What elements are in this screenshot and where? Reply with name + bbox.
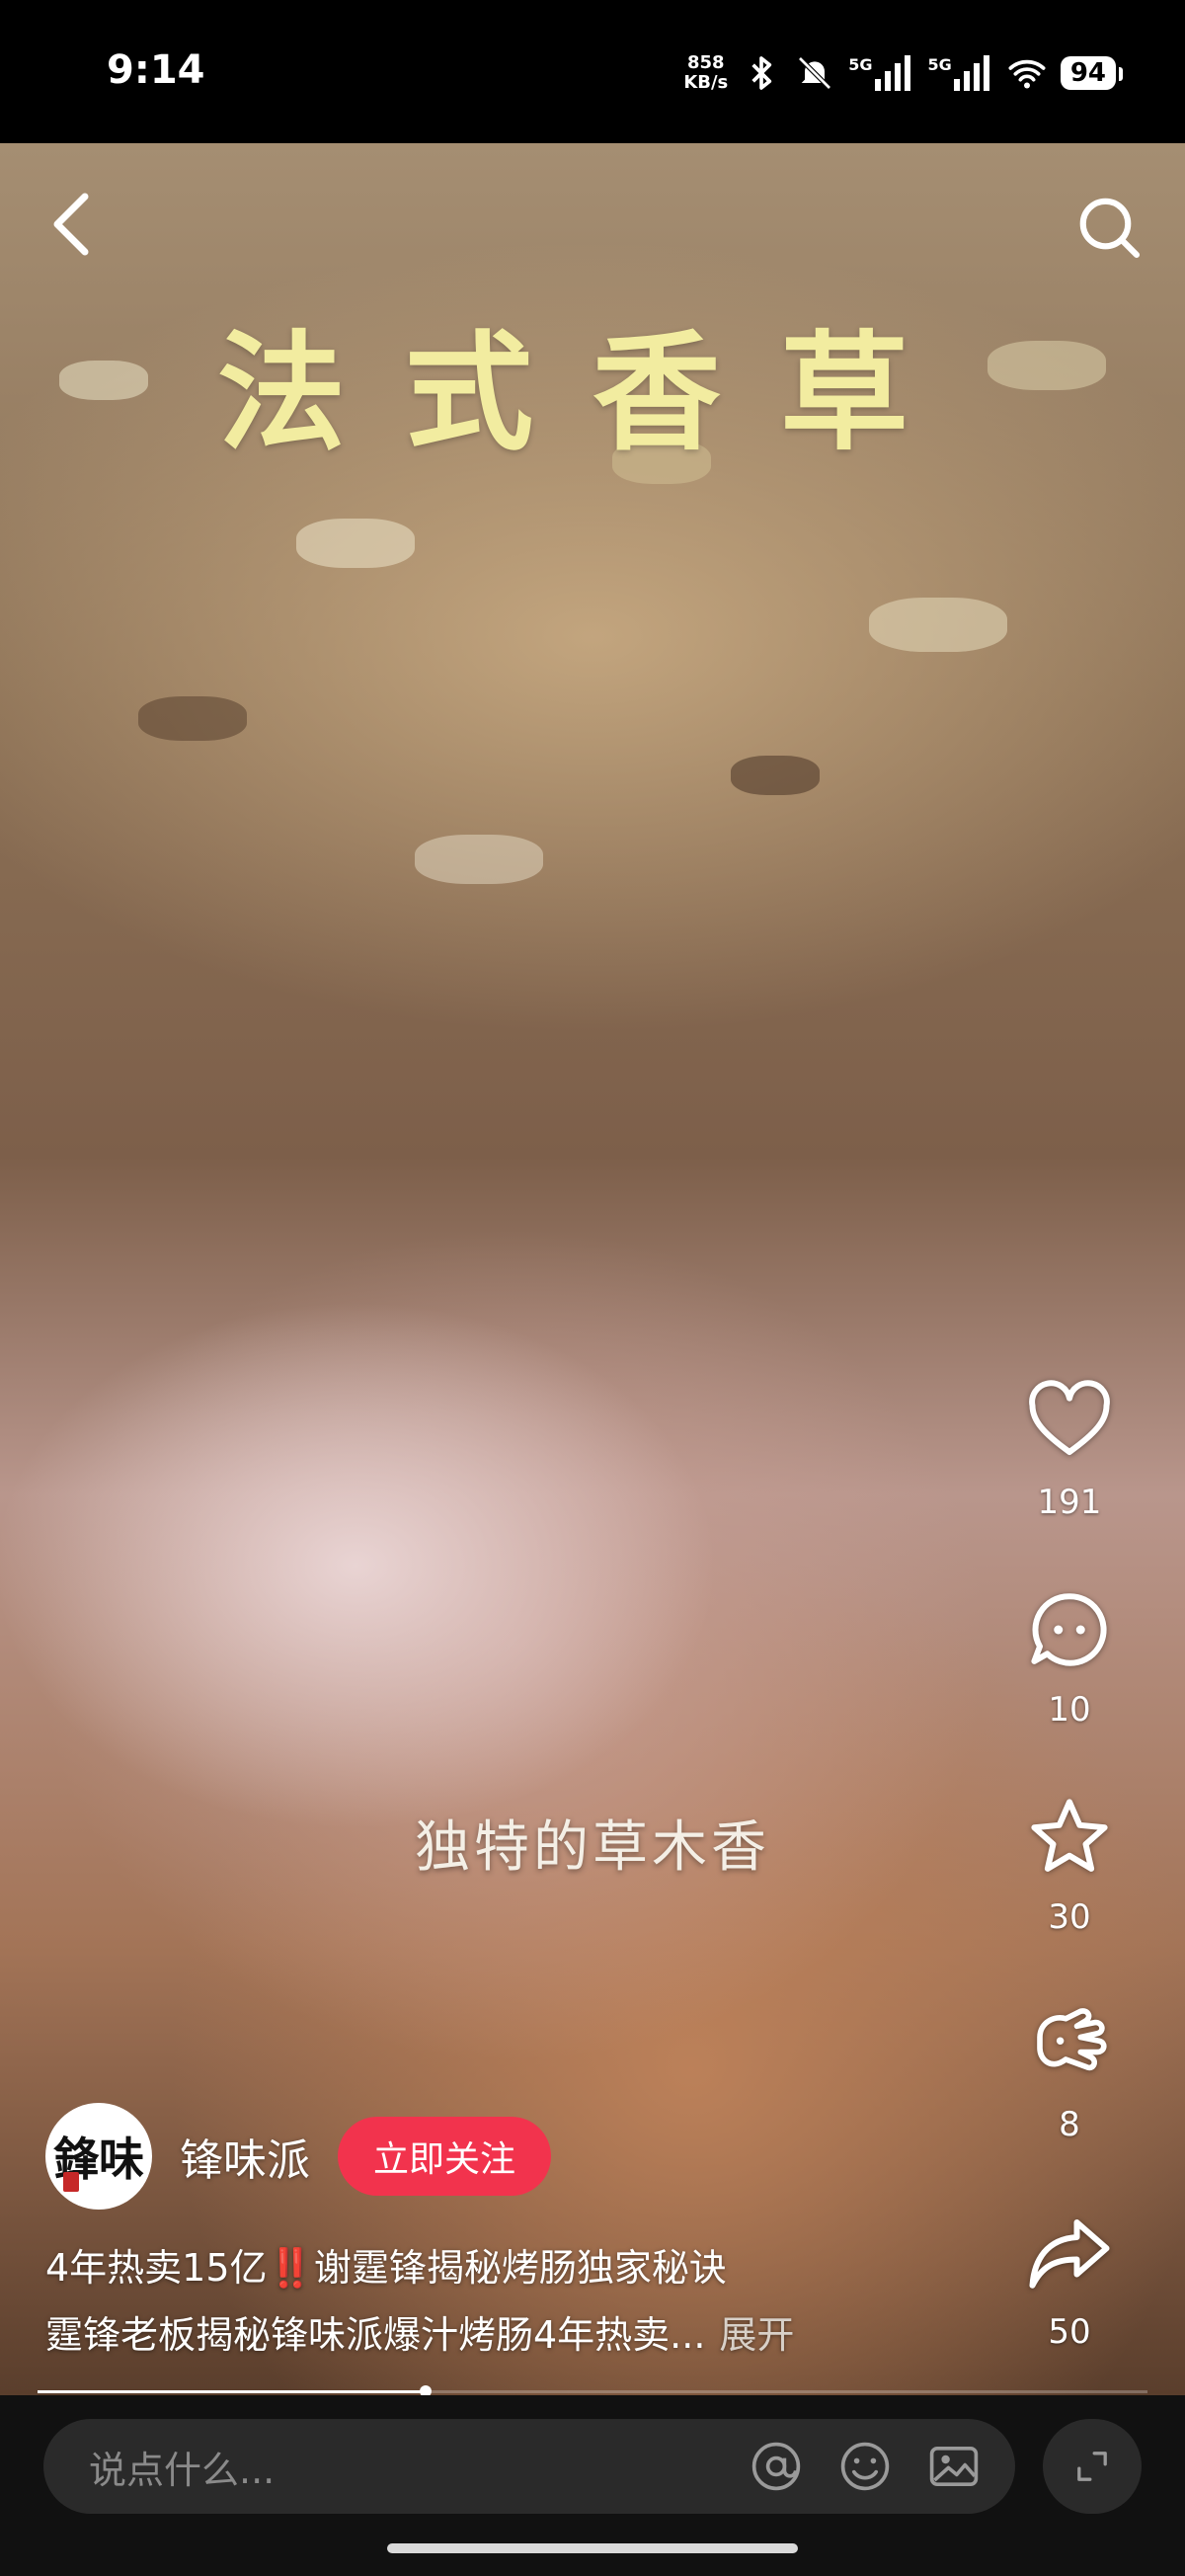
signal-icon: 5G xyxy=(928,55,993,91)
favorite-count: 30 xyxy=(1048,1897,1091,1937)
status-icons: 858 KB/s 5G 5G 94 xyxy=(683,51,1124,95)
hand-icon xyxy=(1037,2008,1107,2071)
avatar[interactable]: 鋒味 xyxy=(45,2103,152,2210)
home-indicator[interactable] xyxy=(387,2543,798,2553)
at-mention-icon[interactable] xyxy=(749,2439,804,2494)
video-title-overlay: 法式香草 xyxy=(216,318,968,468)
reward-button[interactable]: 8 xyxy=(986,2000,1153,2208)
reward-count: 8 xyxy=(1059,2105,1080,2144)
bottom-bar: 说点什么... xyxy=(0,2395,1185,2576)
like-button[interactable]: 191 xyxy=(986,1378,1153,1585)
herb-texture xyxy=(869,598,1007,652)
progress-handle[interactable] xyxy=(420,2385,433,2395)
comment-button[interactable]: 10 xyxy=(986,1585,1153,1793)
expand-button[interactable]: 展开 xyxy=(719,2313,794,2357)
search-button[interactable] xyxy=(1074,193,1144,262)
description-line-2: 霆锋老板揭秘锋味派爆汁烤肠4年热卖... 展开 xyxy=(45,2313,795,2357)
wifi-icon xyxy=(1008,59,1046,89)
favorite-button[interactable]: 30 xyxy=(986,1793,1153,2000)
status-time: 9:14 xyxy=(107,47,205,93)
image-icon[interactable] xyxy=(926,2439,982,2494)
heart-icon xyxy=(1029,1380,1110,1455)
author-row: 鋒味 锋味派 立即关注 xyxy=(45,2102,552,2211)
emoji-icon[interactable] xyxy=(837,2439,893,2494)
status-bar: 9:14 858 KB/s 5G 5G 94 xyxy=(0,0,1185,143)
herb-texture xyxy=(296,519,415,568)
star-icon xyxy=(1031,1799,1108,1872)
herb-texture xyxy=(138,696,247,741)
fullscreen-icon xyxy=(1077,2452,1107,2481)
video-player[interactable]: 法式香草 独特的草木香 191 10 30 8 50 鋒味 锋味派 立即关注 4… xyxy=(0,143,1185,2395)
seal-icon xyxy=(63,2172,79,2192)
herb-texture xyxy=(731,756,820,795)
description-line-1: 4年热卖15亿‼️谢霆锋揭秘烤肠独家秘诀 xyxy=(45,2246,727,2290)
share-icon xyxy=(1029,2219,1110,2289)
bluetooth-icon xyxy=(751,56,772,90)
comment-placeholder: 说点什么... xyxy=(89,2448,276,2492)
video-description[interactable]: 4年热卖15亿‼️谢霆锋揭秘烤肠独家秘诀 霆锋老板揭秘锋味派爆汁烤肠4年热卖..… xyxy=(45,2234,1033,2369)
progress-fill xyxy=(38,2390,427,2393)
comment-icon xyxy=(1031,1593,1107,1666)
like-count: 191 xyxy=(1037,1483,1102,1522)
back-button[interactable] xyxy=(41,185,101,264)
follow-button[interactable]: 立即关注 xyxy=(338,2117,552,2196)
battery-icon: 94 xyxy=(1060,56,1124,90)
fullscreen-button[interactable] xyxy=(1043,2419,1142,2514)
author-name[interactable]: 锋味派 xyxy=(180,2125,310,2188)
comment-count: 10 xyxy=(1048,1690,1091,1730)
network-speed: 858 KB/s xyxy=(683,52,729,93)
signal-icon: 5G xyxy=(848,55,913,91)
comment-input[interactable]: 说点什么... xyxy=(43,2419,1015,2514)
mute-icon xyxy=(798,56,832,90)
video-progress-bar[interactable] xyxy=(38,2385,1147,2395)
herb-texture xyxy=(415,835,543,884)
